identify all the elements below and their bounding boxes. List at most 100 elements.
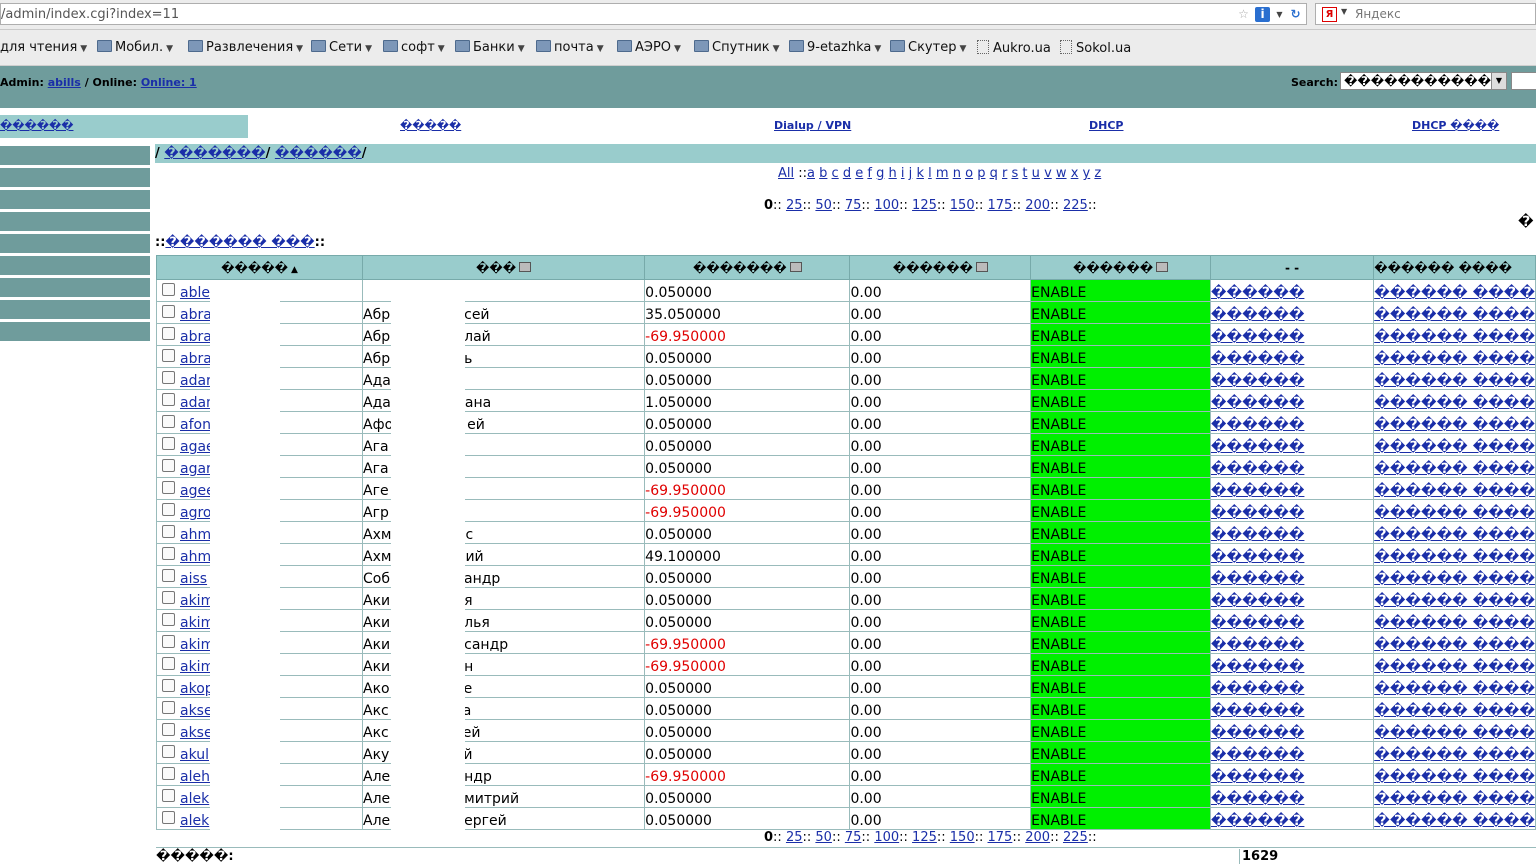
online-link[interactable]: Online: 1 xyxy=(141,76,197,89)
letter-filter-item[interactable]: p xyxy=(977,166,985,181)
row-checkbox[interactable] xyxy=(162,459,175,472)
row-action-link-2[interactable]: ������ ���� xyxy=(1375,659,1535,675)
pager-link[interactable]: 125 xyxy=(912,198,937,213)
login-link[interactable]: abra xyxy=(180,329,212,345)
row-action-link-2[interactable]: ������ ���� xyxy=(1375,505,1535,521)
login-link[interactable]: alek xyxy=(180,791,209,807)
row-checkbox[interactable] xyxy=(162,305,175,318)
chevron-down-icon[interactable]: ▼ xyxy=(1272,7,1287,22)
letter-filter-item[interactable]: x xyxy=(1071,166,1079,181)
letter-filter-item[interactable]: n xyxy=(953,166,961,181)
row-action-link[interactable]: ������ xyxy=(1211,527,1304,543)
row-action-link-2[interactable]: ������ ���� xyxy=(1375,351,1535,367)
row-action-link[interactable]: ������ xyxy=(1211,813,1304,829)
login-link[interactable]: ahm xyxy=(180,527,211,543)
row-action-link-2[interactable]: ������ ���� xyxy=(1375,813,1535,829)
reload-icon[interactable]: ↻ xyxy=(1288,7,1303,22)
row-checkbox[interactable] xyxy=(162,767,175,780)
row-action-link[interactable]: ������ xyxy=(1211,791,1304,807)
bookmark-item[interactable]: Сети ▼ xyxy=(311,40,372,55)
row-action-link[interactable]: ������ xyxy=(1211,769,1304,785)
row-action-link-2[interactable]: ������ ���� xyxy=(1375,549,1535,565)
letter-filter-item[interactable]: v xyxy=(1044,166,1052,181)
row-checkbox[interactable] xyxy=(162,547,175,560)
sidebar-item[interactable] xyxy=(0,300,150,319)
pager-link[interactable]: 75 xyxy=(845,830,862,845)
row-action-link-2[interactable]: ������ ���� xyxy=(1375,373,1535,389)
row-action-link[interactable]: ������ xyxy=(1211,395,1304,411)
sort-icon[interactable] xyxy=(975,261,988,272)
row-action-link[interactable]: ������ xyxy=(1211,505,1304,521)
row-checkbox[interactable] xyxy=(162,393,175,406)
col-header-deposit[interactable]: ������� xyxy=(644,255,851,280)
bookmark-item[interactable]: почта ▼ xyxy=(536,40,604,55)
bookmark-item[interactable]: для чтения ▼ xyxy=(0,40,87,55)
chevron-down-icon[interactable]: ▼ xyxy=(1491,73,1506,89)
row-action-link-2[interactable]: ������ ���� xyxy=(1375,571,1535,587)
letter-filter-item[interactable]: c xyxy=(832,166,839,181)
letter-filter-item[interactable]: k xyxy=(916,166,924,181)
row-action-link[interactable]: ������ xyxy=(1211,637,1304,653)
row-action-link[interactable]: ������ xyxy=(1211,307,1304,323)
pager-link[interactable]: 75 xyxy=(845,198,862,213)
row-checkbox[interactable] xyxy=(162,745,175,758)
sidebar-item[interactable] xyxy=(0,234,150,253)
sort-icon[interactable] xyxy=(519,261,532,272)
row-action-link-2[interactable]: ������ ���� xyxy=(1375,395,1535,411)
letter-filter-item[interactable]: a xyxy=(807,166,815,181)
letter-filter-item[interactable]: f xyxy=(867,166,872,181)
letter-filter-item[interactable]: t xyxy=(1022,166,1027,181)
sort-asc-icon[interactable]: ▲ xyxy=(291,265,298,275)
login-link[interactable]: akul xyxy=(180,747,209,763)
admin-user-link[interactable]: abills xyxy=(48,76,81,89)
col-header-status[interactable]: ������ xyxy=(1030,255,1211,280)
pager-link[interactable]: 200 xyxy=(1025,830,1050,845)
row-checkbox[interactable] xyxy=(162,525,175,538)
search-engine-box[interactable]: Я ▼ Яндекс xyxy=(1315,3,1536,25)
sort-icon[interactable] xyxy=(789,261,802,272)
letter-filter-item[interactable]: e xyxy=(855,166,863,181)
row-action-link-2[interactable]: ������ ���� xyxy=(1375,681,1535,697)
letter-filter-item[interactable]: m xyxy=(936,166,949,181)
row-checkbox[interactable] xyxy=(162,811,175,824)
bookmark-item[interactable]: 9-etazhka ▼ xyxy=(789,40,881,55)
menu-item-dhcp-2[interactable]: DHCP ���� xyxy=(1412,119,1499,132)
login-link[interactable]: aiss xyxy=(180,571,207,587)
row-action-link[interactable]: ������ xyxy=(1211,549,1304,565)
row-action-link[interactable]: ������ xyxy=(1211,593,1304,609)
search-input[interactable] xyxy=(1511,72,1536,90)
letter-filter-item[interactable]: q xyxy=(990,166,998,181)
login-link[interactable]: ahm xyxy=(180,549,211,565)
pager-link[interactable]: 25 xyxy=(786,830,803,845)
letter-filter-item[interactable]: l xyxy=(928,166,932,181)
sidebar-item[interactable] xyxy=(0,278,150,297)
letter-filter-item[interactable]: y xyxy=(1083,166,1091,181)
row-checkbox[interactable] xyxy=(162,591,175,604)
col-header-login[interactable]: ����� ▲ xyxy=(155,255,364,280)
row-action-link[interactable]: ������ xyxy=(1211,373,1304,389)
sidebar-item[interactable] xyxy=(0,322,150,341)
row-action-link-2[interactable]: ������ ���� xyxy=(1375,417,1535,433)
bookmark-item[interactable]: софт ▼ xyxy=(383,40,445,55)
row-action-link-2[interactable]: ������ ���� xyxy=(1375,747,1535,763)
col-header-credit[interactable]: ������ xyxy=(849,255,1032,280)
bookmark-item[interactable]: Мобил. ▼ xyxy=(97,40,173,55)
row-action-link[interactable]: ������ xyxy=(1211,659,1304,675)
row-action-link-2[interactable]: ������ ���� xyxy=(1375,725,1535,741)
search-type-select[interactable]: ������������ ▼ xyxy=(1340,72,1507,90)
row-action-link[interactable]: ������ xyxy=(1211,747,1304,763)
menu-item-active[interactable]: ������ xyxy=(0,119,73,132)
login-link[interactable]: adar xyxy=(180,373,212,389)
row-checkbox[interactable] xyxy=(162,481,175,494)
pager-link[interactable]: 175 xyxy=(988,830,1013,845)
pager-link[interactable]: 150 xyxy=(950,198,975,213)
row-checkbox[interactable] xyxy=(162,371,175,384)
row-action-link-2[interactable]: ������ ���� xyxy=(1375,703,1535,719)
row-action-link[interactable]: ������ xyxy=(1211,329,1304,345)
row-action-link[interactable]: ������ xyxy=(1211,351,1304,367)
sidebar-item[interactable] xyxy=(0,256,150,275)
bookmark-item[interactable]: Sokol.ua xyxy=(1060,40,1131,56)
row-checkbox[interactable] xyxy=(162,349,175,362)
bookmark-item[interactable]: Спутник ▼ xyxy=(694,40,780,55)
login-link[interactable]: akse xyxy=(180,703,213,719)
